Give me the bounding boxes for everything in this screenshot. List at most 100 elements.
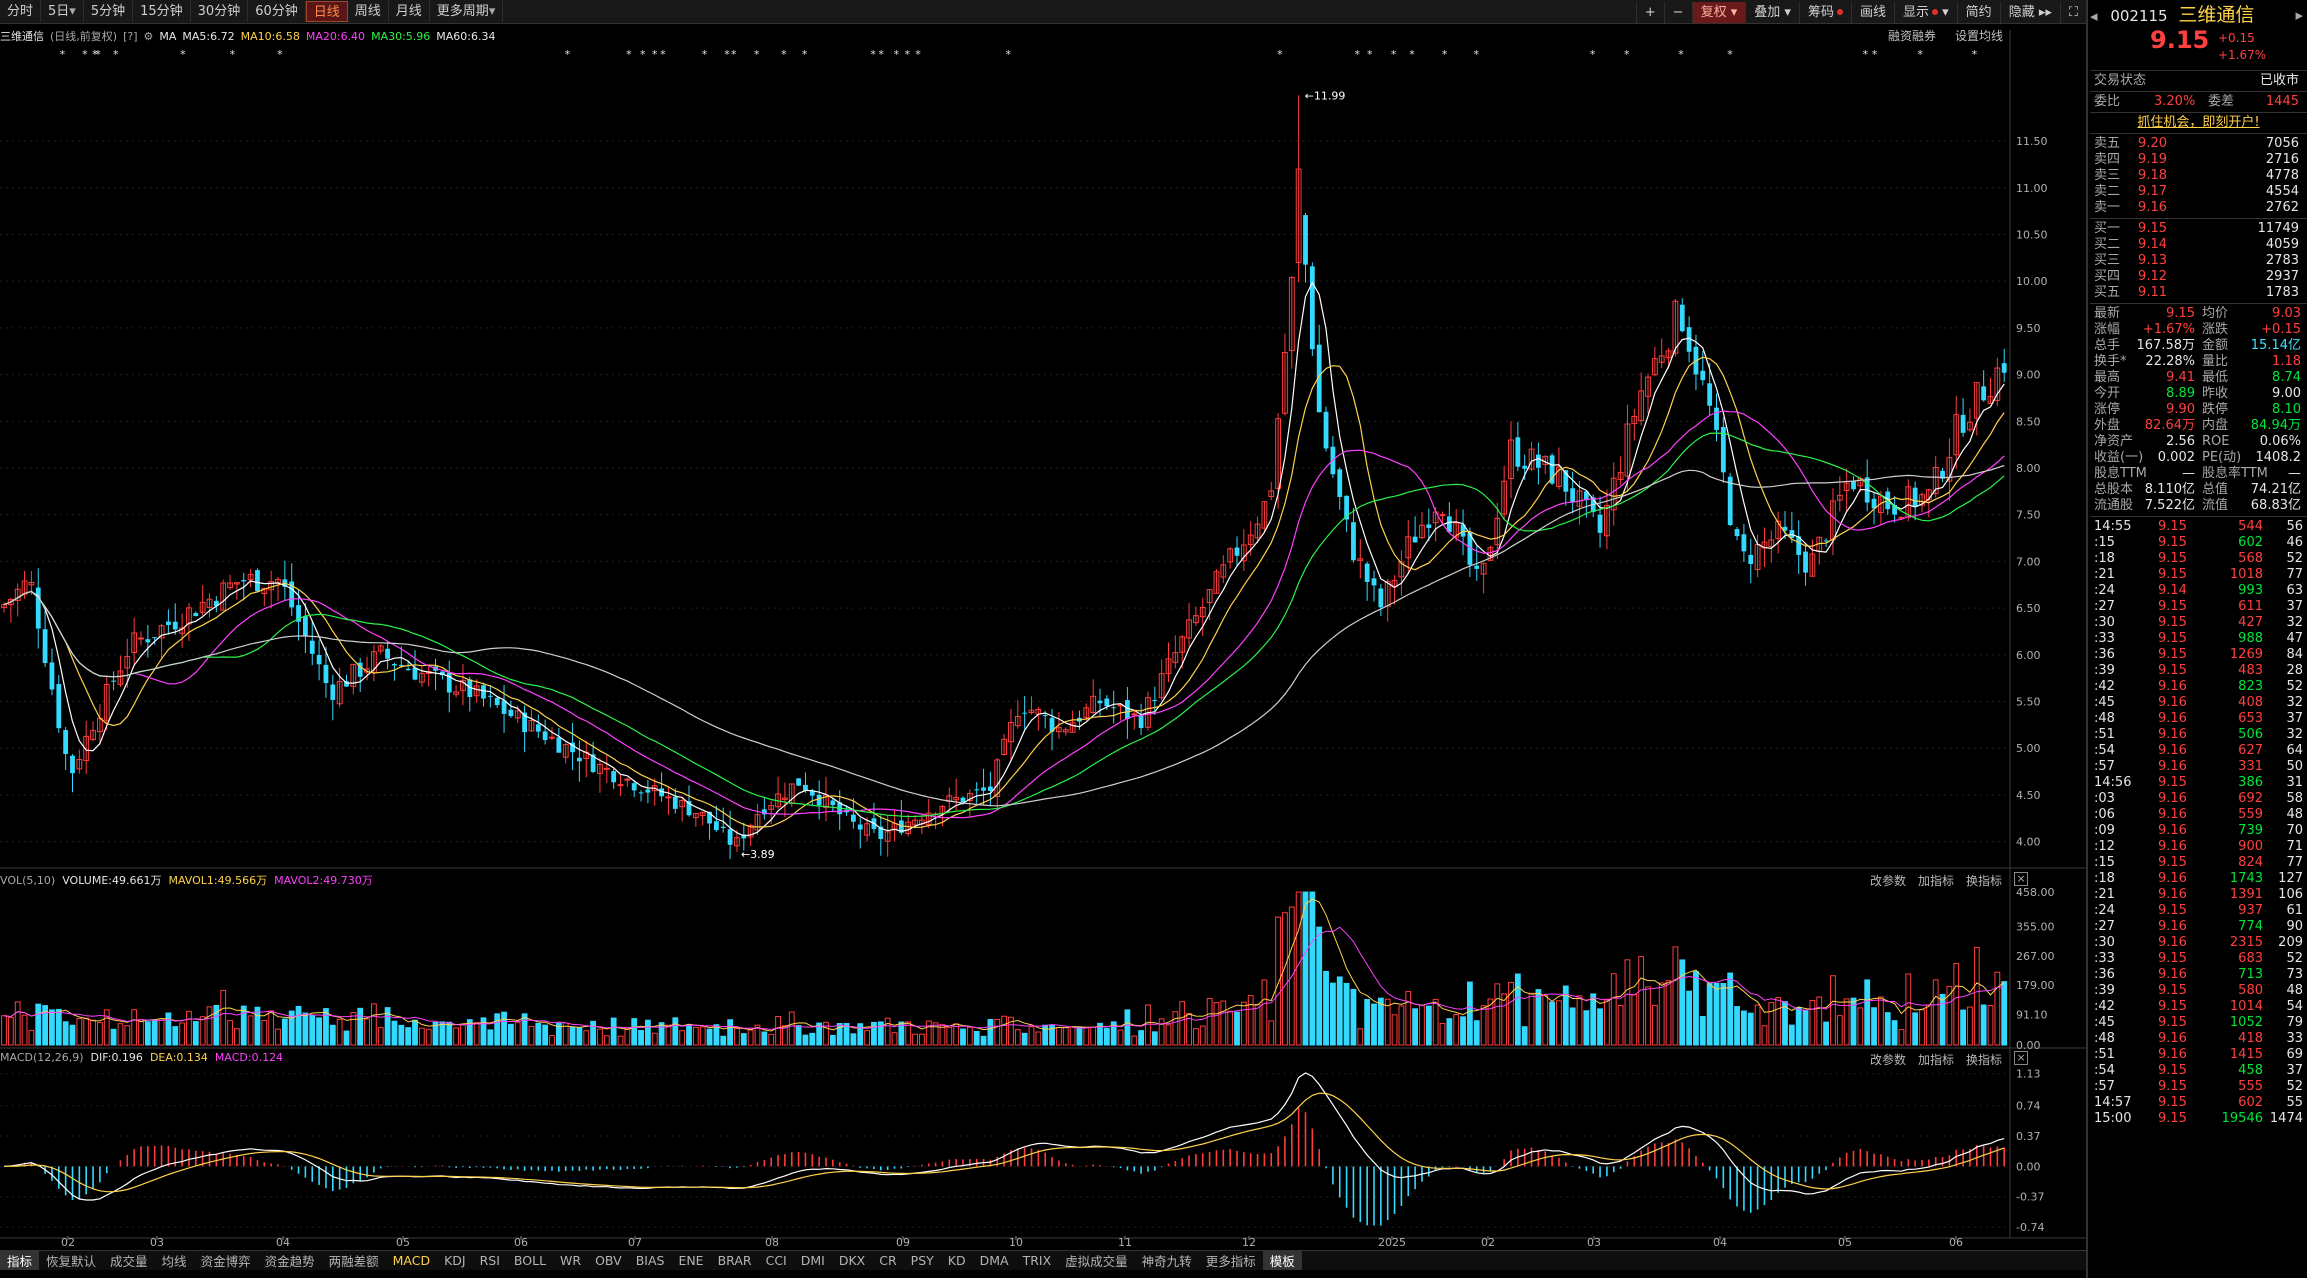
volume-bar (1727, 972, 1734, 1046)
candle-body (542, 731, 548, 741)
indicator-tab[interactable]: 模板 (1262, 1251, 1302, 1270)
candle-body (241, 579, 247, 582)
cell: 总手 (2094, 338, 2121, 353)
next-stock-icon[interactable]: ▸ (2295, 0, 2303, 30)
volume-bar (624, 1027, 631, 1046)
switch-indicator-button[interactable]: 换指标 (1966, 1051, 2002, 1068)
volume-bar (1103, 1027, 1110, 1046)
volume-bar (1227, 1010, 1234, 1046)
indicator-tab[interactable]: 成交量 (103, 1251, 155, 1270)
volume-bar (1, 1015, 7, 1046)
kline-chart[interactable]: ←11.99←3.89** ** *** * **** *** ** ** **** ** * * * *… (0, 0, 2086, 1250)
indicator-tab[interactable]: RSI (473, 1253, 507, 1268)
volume-bar (919, 1033, 925, 1046)
cell: 9.16 (2158, 791, 2187, 806)
close-icon[interactable]: × (2014, 872, 2029, 886)
prev-stock-icon[interactable]: ◂ (2090, 7, 2098, 25)
quote-row: :21 9.16 1391 106 (2090, 887, 2307, 903)
volume-bar (829, 1034, 836, 1046)
candle-body (727, 829, 733, 845)
event-marker: * (1409, 48, 1415, 61)
event-marker: * (702, 48, 708, 61)
cell: 9.16 (2158, 823, 2187, 838)
volume-bar (1001, 1015, 1008, 1046)
cell: 823 (2238, 679, 2263, 694)
indicator-tab[interactable]: 恢复默认 (39, 1251, 103, 1270)
indicator-tab[interactable]: CR (872, 1253, 903, 1268)
indicator-tab[interactable]: PSY (904, 1253, 941, 1268)
volume-bar (980, 1035, 987, 1046)
cell: 46 (2286, 535, 2303, 550)
volume-bar (1556, 1000, 1562, 1046)
volume-bar (706, 1028, 713, 1046)
volume-bar (713, 1024, 720, 1046)
indicator-tab[interactable]: 指标 (0, 1251, 40, 1270)
candle-body (830, 800, 836, 806)
candle-body (63, 730, 69, 755)
volume-bar (460, 1024, 466, 1046)
volume-bar (275, 1028, 281, 1046)
volume-bar (1706, 983, 1713, 1046)
indicator-tabs: 指标 恢复默认 成交量 均线 资金博弈 资金趋势 两融差额 MACD KDJ RSI BOLL WR O… (0, 1250, 2086, 1270)
event-marker: * (113, 48, 119, 61)
volume-bar (199, 1016, 206, 1046)
indicator-tab[interactable]: TRIX (1016, 1253, 1059, 1268)
indicator-tab[interactable]: DKX (832, 1253, 872, 1268)
tick-list[interactable]: 14:55 9.15 544 56:15 9.15 602 46:18 9.15 568 52:2… (2090, 519, 2307, 1127)
quote-row: 外盘 82.64万 内盘 84.94万 (2090, 418, 2307, 434)
quote-row: :42 9.15 1014 54 (2090, 999, 2307, 1015)
candle-body (672, 796, 678, 809)
indicator-tab[interactable]: WR (553, 1253, 588, 1268)
cell: 9.03 (2272, 306, 2301, 321)
indicator-tab[interactable]: DMA (973, 1253, 1016, 1268)
indicator-tab[interactable]: 资金博弈 (194, 1251, 258, 1270)
volume-bar (1597, 1008, 1603, 1046)
indicator-tab[interactable]: KD (941, 1253, 973, 1268)
volume-bar (679, 1030, 686, 1046)
event-marker: * (731, 48, 737, 61)
volume-bar (1905, 973, 1912, 1046)
quote-row: 涨幅 +1.67% 涨跌 +0.15 (2090, 322, 2307, 338)
switch-indicator-button[interactable]: 换指标 (1966, 872, 2002, 889)
quote-row: 14:55 9.15 544 56 (2090, 519, 2307, 535)
indicator-tab[interactable]: 两融差额 (322, 1251, 386, 1270)
add-indicator-button[interactable]: 加指标 (1918, 1051, 1954, 1068)
indicator-tab[interactable]: CCI (759, 1253, 794, 1268)
indicator-tab[interactable]: BOLL (507, 1253, 553, 1268)
quote-row: 卖四 9.19 2716 (2090, 152, 2307, 168)
cell: 净资产 (2094, 434, 2134, 449)
indicator-tab[interactable]: 神奇九转 (1135, 1251, 1199, 1270)
volume-bar (1056, 1027, 1062, 1046)
indicator-tab[interactable]: 均线 (155, 1251, 194, 1270)
dea-value: DEA:0.134 (149, 1051, 208, 1064)
indicator-tab[interactable]: BRAR (711, 1253, 759, 1268)
change-param-button[interactable]: 改参数 (1870, 872, 1906, 889)
cell: :33 (2094, 631, 2115, 646)
close-icon[interactable]: × (2014, 1051, 2029, 1065)
price-tick: 4.50 (2016, 789, 2041, 802)
volume-bar (1734, 1006, 1740, 1046)
indicator-tab[interactable]: 资金趋势 (258, 1251, 322, 1270)
indicator-tab[interactable]: 虚拟成交量 (1058, 1251, 1135, 1270)
indicator-tab[interactable]: ENE (671, 1253, 710, 1268)
indicator-tab[interactable]: DMI (794, 1253, 832, 1268)
change-param-button[interactable]: 改参数 (1870, 1051, 1906, 1068)
indicator-tab[interactable]: OBV (588, 1253, 629, 1268)
indicator-tab[interactable]: MACD (386, 1253, 437, 1268)
candle-body (1234, 547, 1240, 556)
open-account-link[interactable]: 抓住机会，即刻开户! (2090, 115, 2307, 131)
indicator-tab[interactable]: BIAS (629, 1253, 672, 1268)
ma20-line (3, 410, 2005, 819)
cell: :15 (2094, 535, 2115, 550)
volume-bar (1076, 1026, 1083, 1046)
panel-divider[interactable] (2086, 0, 2088, 1278)
indicator-tab[interactable]: 更多指标 (1199, 1251, 1263, 1270)
candle-body (1741, 534, 1747, 552)
quote-row: 卖二 9.17 4554 (2090, 184, 2307, 200)
event-marker: * (1355, 48, 1361, 61)
indicator-tab[interactable]: KDJ (437, 1253, 473, 1268)
add-indicator-button[interactable]: 加指标 (1918, 872, 1954, 889)
cell: 9.15 (2158, 631, 2187, 646)
event-marker: * (781, 48, 787, 61)
cell: 2937 (2265, 269, 2299, 284)
